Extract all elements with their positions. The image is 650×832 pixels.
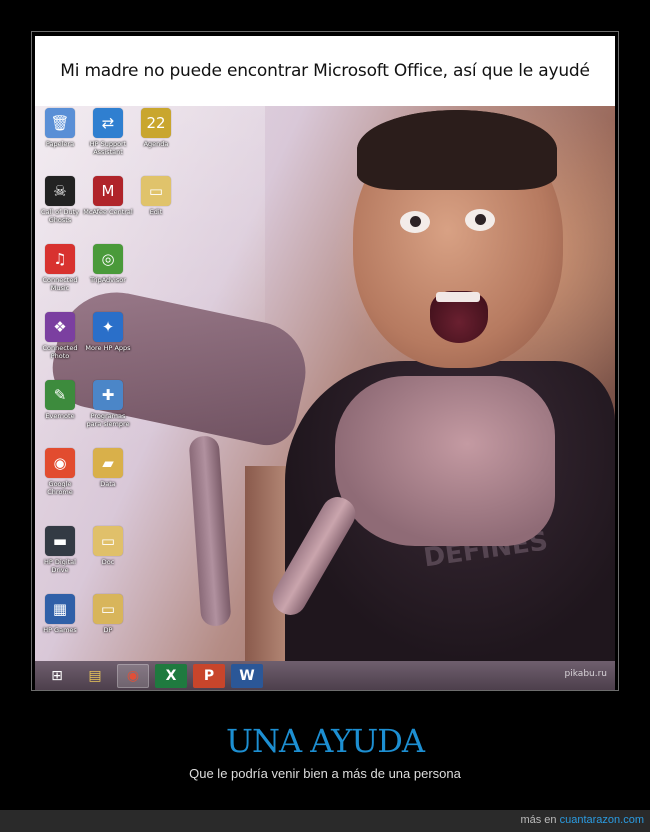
desktop-icon-label: Google Chrome [47,480,73,496]
desktop-icon-label: HP Support Assistant [89,140,127,156]
app-icon: ✚ [93,380,123,410]
desktop-icon-label: Programas para siempre [86,412,130,428]
desktop-icon[interactable]: ☠ Call of Duty Ghosts [35,176,85,238]
desktop-icon-grid: 🗑 Papelera ☠ Call of Duty Ghosts ♫ Connected … [35,106,185,661]
app-icon: ⇄ [93,108,123,138]
desktop-icon-label: HP Games [43,626,77,634]
desktop-icon-label: HP Digital Drive [44,558,76,574]
app-icon: ◎ [93,244,123,274]
desktop-icon-label: Data [100,480,116,488]
desktop-icon-label: Connected Music [42,276,78,292]
teeth [436,292,480,302]
taskbar-chrome-icon[interactable]: ◉ [117,663,149,688]
taskbar-file-explorer-icon[interactable]: ▤ [79,664,111,688]
desktop-icon[interactable]: ▭ Doc [83,526,133,588]
app-icon: ✎ [45,380,75,410]
desktop-icon-label: TripAdvisor [90,276,126,284]
desktop-icon[interactable]: ▰ Data [83,448,133,510]
desktop-icon-label: DP [103,626,113,634]
desktop-icon[interactable]: ▦ HP Games [35,594,85,656]
desktop-icon[interactable]: 🗑 Papelera [35,108,85,170]
left-eye [400,211,430,233]
desktop-icon[interactable]: ◉ Google Chrome [35,448,85,510]
caption-text: Mi madre no puede encontrar Microsoft Of… [60,61,590,81]
watermark: pikabu.ru [564,669,607,679]
desktop-icon-label: Connected Photo [42,344,78,360]
desktop-icon[interactable]: ❖ Connected Photo [35,312,85,374]
subline: Que le podría venir bien a más de una pe… [189,766,461,781]
right-fist [335,376,555,546]
desktop-icon[interactable]: ✦ More HP Apps [83,312,133,374]
app-icon: 🗑 [45,108,75,138]
app-icon: ❖ [45,312,75,342]
desktop-icon[interactable]: M McAfee Central [83,176,133,238]
desktop-icon[interactable]: 22 Agenda [131,108,181,170]
desktop-icon-label: Doc [101,558,115,566]
desktop-icon[interactable]: ▭ DP [83,594,133,656]
desktop-icon[interactable]: ✎ Evernote [35,380,85,442]
right-eye [465,209,495,231]
right-pupil [475,214,486,225]
desktop-icon-label: Call of Duty Ghosts [40,208,80,224]
caption-box: Mi madre no puede encontrar Microsoft Of… [35,36,615,106]
app-icon: ▰ [93,448,123,478]
desktop-icon-label: Edit [149,208,163,216]
desktop-icon-label: More HP Apps [85,344,131,352]
desktop-photo: MUSICDEFINES 🗑Papelera☠Call of Duty Ghos… [35,106,615,661]
desktop-icon[interactable]: ▭ Edit [131,176,181,238]
desktop-icon[interactable]: ▬ HP Digital Drive [35,526,85,588]
app-icon: ▦ [45,594,75,624]
app-icon: ◉ [45,448,75,478]
desktop-icon-label: Papelera [45,140,75,148]
taskbar-powerpoint-icon[interactable]: P [193,663,225,688]
app-icon: ▭ [93,594,123,624]
app-icon: ▭ [141,176,171,206]
app-icon: 22 [141,108,171,138]
left-pupil [410,216,421,227]
app-icon: ♫ [45,244,75,274]
desktop-icon-label: Evernote [45,412,75,420]
footer-link[interactable]: cuantarazon.com [560,814,644,826]
desktop-icon[interactable]: ✚ Programas para siempre [83,380,133,442]
start-button[interactable]: ⊞ [41,664,73,688]
headline: UNA AYUDA [226,722,425,760]
app-icon: M [93,176,123,206]
app-icon: ▬ [45,526,75,556]
desktop-icon[interactable]: ♫ Connected Music [35,244,85,306]
desktop-icon[interactable]: ⇄ HP Support Assistant [83,108,133,170]
app-icon: ☠ [45,176,75,206]
taskbar: ⊞ ▤ ◉ X P W pikabu.ru [35,661,615,690]
footer-text: más en cuantarazon.com [520,814,644,826]
desktop-icon-label: Agenda [143,140,169,148]
person-hair-top [357,110,557,190]
taskbar-excel-icon[interactable]: X [155,663,187,688]
footer-bar: más en cuantarazon.com [0,810,650,832]
desktop-icon[interactable]: ◎ TripAdvisor [83,244,133,306]
app-icon: ✦ [93,312,123,342]
app-icon: ▭ [93,526,123,556]
taskbar-word-icon[interactable]: W [231,663,263,688]
footer-prefix: más en [520,814,560,826]
desktop-icon-label: McAfee Central [83,208,133,216]
